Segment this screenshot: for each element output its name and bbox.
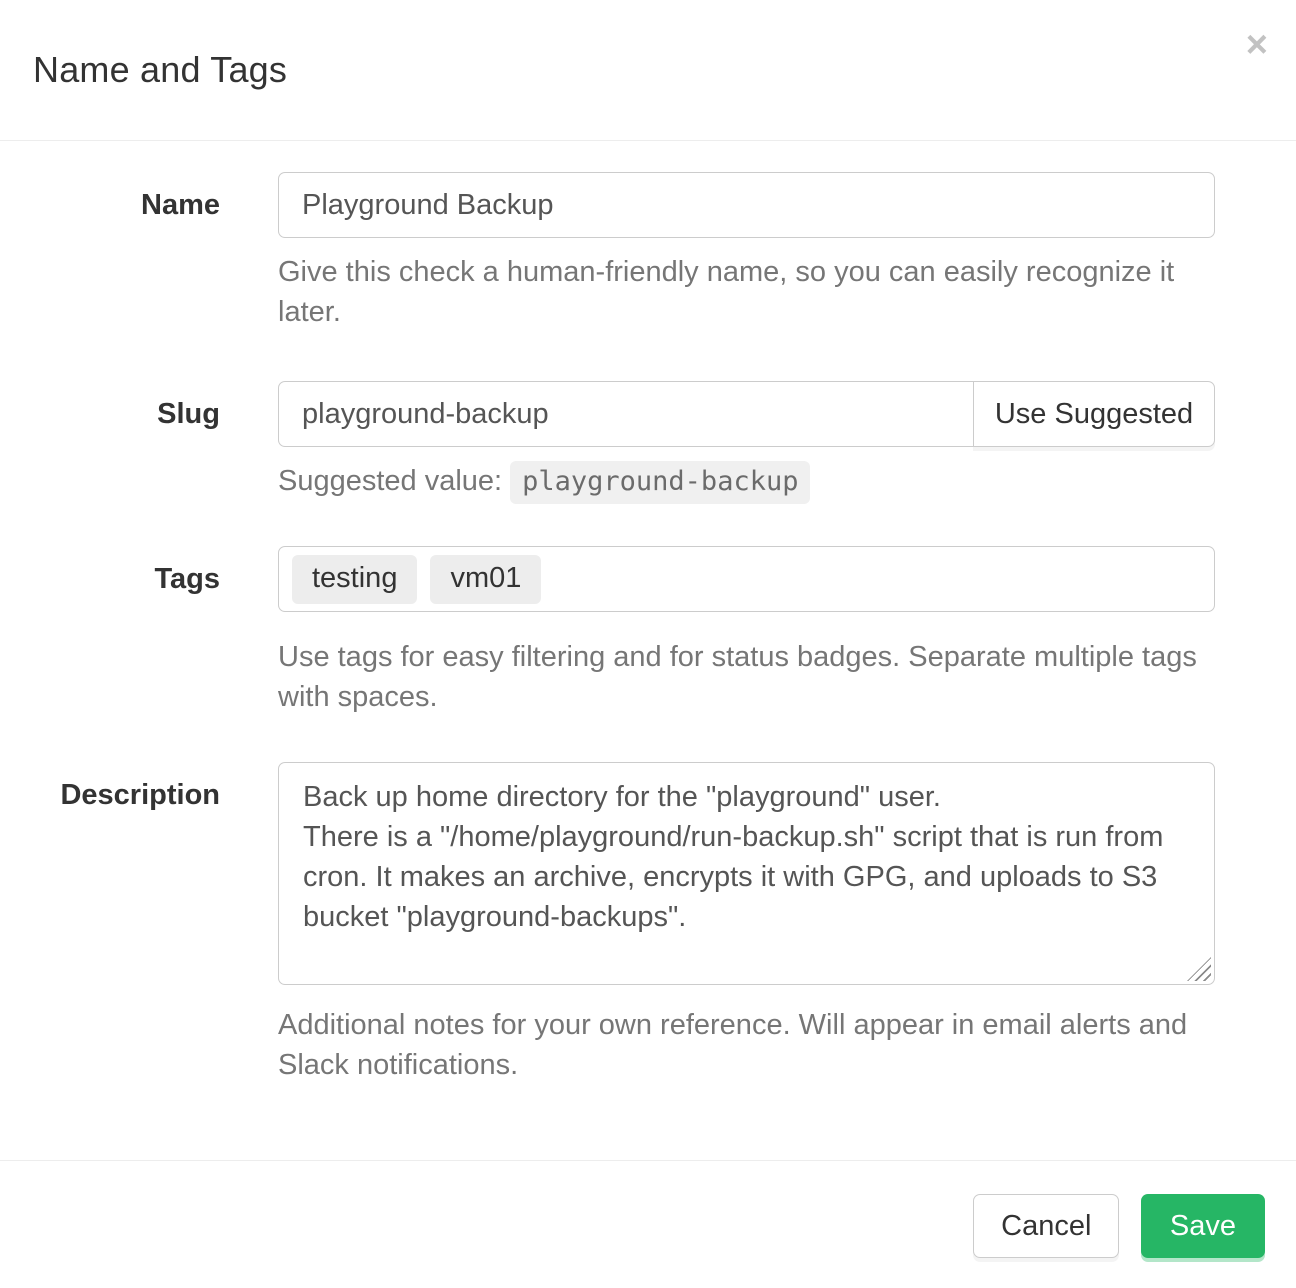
save-button[interactable]: Save xyxy=(1141,1194,1265,1258)
slug-control: Use Suggested Suggested value:playground… xyxy=(278,381,1215,502)
description-label: Description xyxy=(0,762,245,1085)
tags-form-row: Tags testing vm01 Use tags for easy filt… xyxy=(0,546,1296,717)
tag-chip-testing: testing xyxy=(292,555,417,604)
close-icon[interactable]: × xyxy=(1246,26,1268,64)
description-textarea-wrap: Back up home directory for the "playgrou… xyxy=(278,762,1215,985)
description-control: Back up home directory for the "playgrou… xyxy=(278,762,1215,1085)
slug-input-group: Use Suggested xyxy=(278,381,1215,447)
slug-form-row: Slug Use Suggested Suggested value:playg… xyxy=(0,381,1296,502)
tags-input[interactable]: testing vm01 xyxy=(278,546,1215,612)
page-title: Name and Tags xyxy=(33,49,287,91)
slug-help-text: Suggested value:playground-backup xyxy=(278,461,1215,502)
description-textarea[interactable]: Back up home directory for the "playgrou… xyxy=(278,762,1215,985)
slug-label: Slug xyxy=(0,381,245,502)
use-suggested-button[interactable]: Use Suggested xyxy=(973,381,1215,447)
cancel-button[interactable]: Cancel xyxy=(973,1194,1119,1258)
suggested-value-code: playground-backup xyxy=(510,461,810,504)
tags-help-text: Use tags for easy filtering and for stat… xyxy=(278,637,1215,717)
description-form-row: Description Back up home directory for t… xyxy=(0,762,1296,1085)
name-control: Give this check a human-friendly name, s… xyxy=(278,172,1215,332)
name-form-row: Name Give this check a human-friendly na… xyxy=(0,172,1296,332)
modal-body: Name Give this check a human-friendly na… xyxy=(0,141,1296,1160)
modal-footer: Cancel Save xyxy=(0,1160,1296,1288)
tags-label: Tags xyxy=(0,546,245,717)
suggested-value-prefix: Suggested value: xyxy=(278,465,502,497)
name-input[interactable] xyxy=(278,172,1215,238)
name-help-text: Give this check a human-friendly name, s… xyxy=(278,252,1215,332)
modal-header: Name and Tags × xyxy=(0,0,1296,141)
description-help-text: Additional notes for your own reference.… xyxy=(278,1005,1215,1085)
name-label: Name xyxy=(0,172,245,332)
name-tags-modal: Name and Tags × Name Give this check a h… xyxy=(0,0,1296,1254)
tags-control: testing vm01 Use tags for easy filtering… xyxy=(278,546,1215,717)
tag-chip-vm01: vm01 xyxy=(430,555,541,604)
slug-input[interactable] xyxy=(278,381,974,447)
